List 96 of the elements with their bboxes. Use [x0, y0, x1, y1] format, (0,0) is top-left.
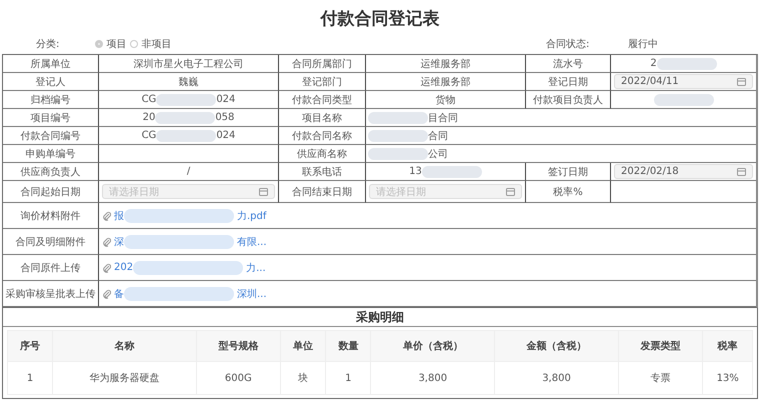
radio-label[interactable]: 项目	[106, 37, 126, 51]
field-value: 058	[215, 112, 234, 123]
field-label: 项目编号	[30, 112, 70, 124]
field-value: CG	[142, 130, 156, 141]
field-value: 公司	[428, 148, 448, 160]
attachment-link[interactable]: 有限...	[237, 234, 267, 248]
column-header: 数量	[326, 330, 371, 362]
attachment-link[interactable]: 力...	[246, 260, 266, 274]
status-value: 履行中	[628, 38, 658, 51]
date-field[interactable]: 2022/04/11	[614, 74, 753, 89]
field-label: 供应商负责人	[20, 166, 80, 178]
section-title: 采购明细	[3, 308, 757, 327]
table-cell: 1	[8, 362, 53, 394]
redaction-blur	[654, 94, 714, 106]
field-value: 024	[216, 130, 236, 141]
field-value: 魏巍	[178, 76, 198, 88]
column-header: 型号规格	[196, 330, 281, 362]
paperclip-icon	[103, 210, 111, 220]
field-label: 所属单位	[30, 58, 70, 70]
field-value: 目合同	[428, 112, 458, 124]
field-label: 登记人	[36, 76, 66, 88]
paperclip-icon	[103, 236, 111, 246]
field-label: 流水号	[553, 58, 583, 70]
field-value: 合同	[428, 130, 448, 142]
column-header: 单价（含税）	[370, 330, 495, 362]
table-cell: 3,800	[370, 362, 495, 394]
field-value: 运维服务部	[420, 58, 470, 70]
field-value: CG	[142, 94, 156, 105]
field-value: 深圳市星火电子工程公司	[134, 58, 244, 70]
field-label: 合同及明细附件	[16, 236, 86, 248]
field-value: 运维服务部	[420, 76, 470, 88]
paperclip-icon	[103, 288, 111, 298]
calendar-icon	[259, 187, 268, 196]
redaction-blur	[156, 94, 216, 106]
table-cell: 华为服务器硬盘	[52, 362, 196, 394]
field-label: 合同原件上传	[20, 262, 80, 274]
table-cell: 1	[326, 362, 371, 394]
redaction-blur	[368, 130, 428, 142]
column-header: 税率	[702, 330, 752, 362]
column-header: 发票类型	[618, 330, 703, 362]
attachment-link[interactable]: 202	[114, 262, 134, 273]
radio-button[interactable]	[130, 40, 138, 48]
field-label: 合同起始日期	[20, 186, 80, 198]
attachment-link[interactable]: 报	[114, 208, 124, 222]
field-value: 2	[650, 58, 657, 69]
field-label: 联系电话	[302, 166, 342, 178]
table-cell: 3,800	[494, 362, 618, 394]
field-label: 付款项目负责人	[533, 94, 603, 106]
field-label: 登记部门	[302, 76, 342, 88]
attachment-link[interactable]: 深圳...	[237, 286, 267, 300]
paperclip-icon	[103, 262, 111, 272]
attachment-link[interactable]: 深	[114, 234, 124, 248]
field-label: 付款合同编号	[20, 130, 80, 142]
table-cell: 13%	[702, 362, 752, 394]
column-header: 金额（含税）	[494, 330, 618, 362]
field-label: 付款合同名称	[292, 130, 352, 142]
table-cell: 块	[280, 362, 326, 394]
radio-button[interactable]	[95, 40, 104, 48]
column-header: 名称	[52, 330, 196, 362]
calendar-icon	[506, 187, 515, 196]
table-cell: 专票	[618, 362, 703, 394]
form-title: 付款合同登记表	[319, 8, 440, 31]
field-label: 合同状态:	[546, 38, 590, 51]
calendar-icon	[737, 167, 746, 176]
table-cell: 600G	[196, 362, 281, 394]
attachment-link[interactable]: 力.pdf	[237, 208, 266, 222]
field-label: 付款合同类型	[292, 94, 352, 106]
field-label: 询价材料附件	[20, 210, 80, 222]
field-label: 归档编号	[30, 94, 70, 106]
field-label: 合同所属部门	[292, 58, 352, 70]
redaction-blur	[368, 148, 428, 160]
column-header: 单位	[280, 330, 326, 362]
redaction-blur	[656, 58, 717, 70]
field-label: 采购审核呈批表上传	[6, 288, 96, 300]
field-value: 20	[142, 112, 156, 123]
redaction-blur	[422, 166, 482, 178]
field-label: 申购单编号	[26, 148, 76, 160]
field-label: 供应商名称	[297, 148, 347, 160]
redaction-blur	[155, 112, 216, 124]
redaction-blur	[156, 130, 216, 142]
field-value: 024	[216, 94, 236, 105]
field-value: 13	[409, 166, 422, 177]
attachment-link[interactable]: 备	[114, 286, 124, 300]
field-label: 税率%	[553, 186, 583, 198]
field-label: 项目名称	[302, 112, 342, 124]
calendar-icon	[737, 77, 746, 86]
date-field[interactable]: 2022/02/18	[614, 164, 753, 179]
radio-label[interactable]: 非项目	[141, 37, 172, 51]
field-label: 合同结束日期	[292, 186, 352, 198]
field-label: 分类:	[36, 38, 60, 51]
field-value: /	[186, 166, 190, 177]
redaction-blur	[368, 112, 428, 124]
field-label: 登记日期	[548, 76, 588, 88]
column-header: 序号	[8, 330, 53, 362]
field-value: 货物	[436, 94, 456, 106]
field-label: 签订日期	[548, 166, 588, 178]
